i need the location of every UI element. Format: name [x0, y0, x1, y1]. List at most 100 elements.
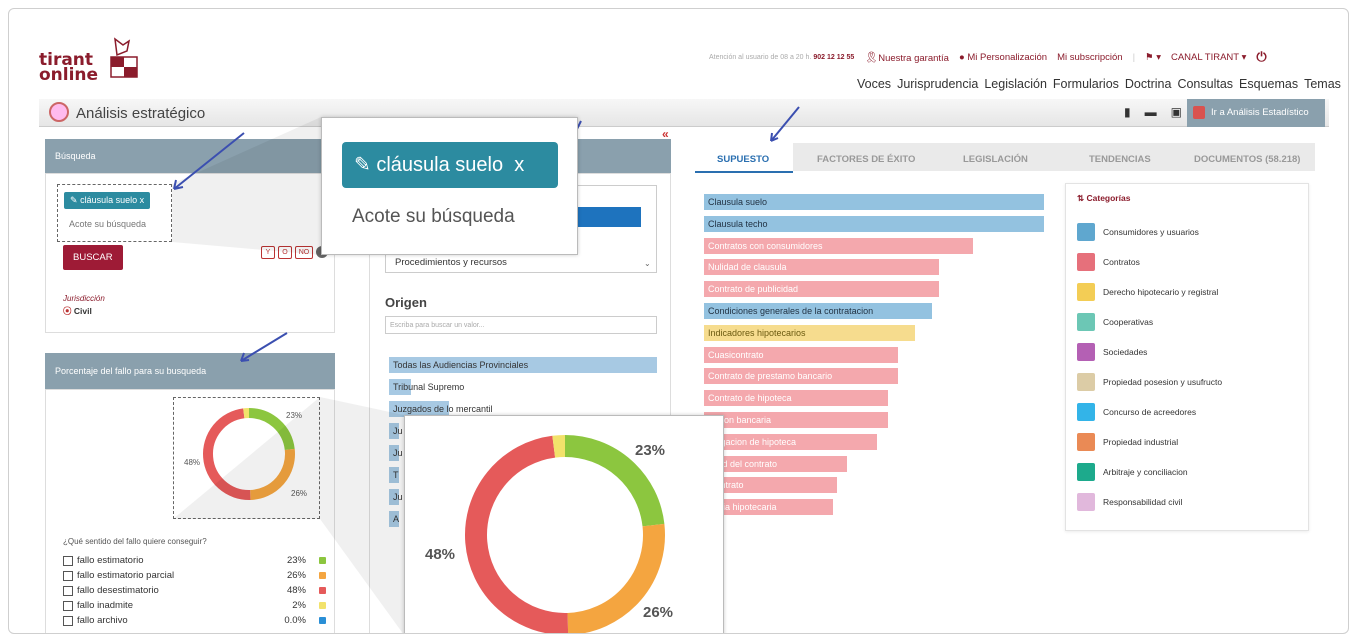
user-icon: ● — [958, 51, 965, 63]
categoria-swatch — [1077, 403, 1095, 421]
nav-formularios[interactable]: Formularios — [1053, 77, 1119, 91]
op-no-button[interactable]: NO — [295, 246, 313, 259]
large-label-parcial: 26% — [643, 604, 674, 621]
categoria-label: Derecho hipotecario y registral — [1103, 287, 1219, 297]
knight-logo-icon — [110, 37, 138, 78]
zoom-search-callout: ✎ cláusula suelo x Acote su búsqueda — [321, 117, 578, 255]
nav-doctrina[interactable]: Doctrina — [1125, 77, 1172, 91]
fallo-option-label: fallo desestimatorio — [77, 585, 159, 596]
chart-icon — [1193, 106, 1205, 119]
fallo-option-pct: 23% — [286, 555, 306, 566]
donut-slice-fallo-estimatorio-parcial — [567, 523, 665, 633]
supuesto-bar[interactable]: ...lad del contrato — [704, 455, 847, 472]
search-input[interactable]: Acote su búsqueda — [69, 219, 146, 229]
zoom-search-tag[interactable]: ✎ cláusula suelo x — [342, 142, 558, 188]
checkbox[interactable] — [63, 615, 73, 626]
supuesto-bar[interactable]: Clausula suelo — [704, 194, 1044, 210]
save-icon[interactable]: ▣ — [1171, 105, 1182, 119]
categoria-item[interactable]: Contratos — [1077, 253, 1140, 271]
categoria-item[interactable]: Arbitraje y conciliacion — [1077, 463, 1188, 481]
ir-analisis-estadistico-button[interactable]: Ir a Análisis Estadístico — [1187, 99, 1325, 127]
logo[interactable]: tirant online — [39, 52, 98, 84]
zoom-tag-close-button[interactable]: x — [514, 154, 524, 176]
supuesto-bar[interactable]: Cuasicontrato — [704, 346, 898, 363]
document-icon[interactable]: ▮ — [1124, 105, 1131, 119]
supuesto-bar[interactable]: Clausula techo — [704, 215, 1044, 232]
supuesto-bar[interactable]: Indicadores hipotecarios — [704, 324, 915, 341]
canal-tirant-menu[interactable]: CANAL TIRANT ▾ — [1171, 52, 1246, 63]
categoria-item[interactable]: Consumidores y usuarios — [1077, 223, 1199, 241]
checkbox[interactable] — [63, 600, 73, 611]
search-tag[interactable]: ✎ cláusula suelo x — [64, 192, 151, 209]
categoria-item[interactable]: Responsabilidad civil — [1077, 493, 1182, 511]
pencil-icon: ✎ — [354, 154, 371, 176]
categoria-label: Contratos — [1103, 257, 1140, 267]
fallo-option-label: fallo estimatorio parcial — [77, 570, 175, 581]
supuesto-bar[interactable]: Contrato de hipoteca — [704, 390, 888, 407]
categoria-item[interactable]: Propiedad industrial — [1077, 433, 1178, 451]
categoria-item[interactable]: Propiedad posesion y usufructo — [1077, 373, 1222, 391]
categoria-swatch — [1077, 493, 1095, 511]
origen-item[interactable]: Tribunal Supremo — [389, 379, 657, 395]
suscripcion-link[interactable]: Mi subscripción — [1057, 52, 1122, 63]
tab-factores[interactable]: FACTORES DE ÉXITO — [817, 154, 915, 165]
categoria-swatch — [1077, 433, 1095, 451]
flag-menu-button[interactable]: ⚑ ▾ — [1145, 52, 1161, 63]
tag-close-button[interactable]: x — [140, 195, 145, 205]
large-label-desestimatorio: 48% — [425, 546, 456, 563]
jurisdiccion-option[interactable]: ⦿ Civil — [63, 305, 92, 317]
large-label-estimatorio: 23% — [635, 442, 666, 459]
fallo-option[interactable]: fallo archivo 0.0% — [63, 613, 343, 628]
fallo-option[interactable]: fallo estimatorio 23% — [63, 553, 343, 568]
tab-supuesto[interactable]: SUPUESTO — [717, 154, 769, 165]
nav-jurisprudencia[interactable]: Jurisprudencia — [897, 77, 978, 91]
procedimientos-option[interactable]: Procedimientos y recursos — [395, 257, 507, 268]
categoria-item[interactable]: Cooperativas — [1077, 313, 1153, 331]
supuesto-bar[interactable]: Contratos con consumidores — [704, 237, 973, 254]
supuesto-bar[interactable]: ...ogacion de hipoteca — [704, 433, 878, 450]
nav-legislacion[interactable]: Legislación — [984, 77, 1047, 91]
fallo-option[interactable]: fallo desestimatorio 48% — [63, 583, 343, 598]
tab-tendencias[interactable]: TENDENCIAS — [1089, 154, 1151, 165]
origen-item[interactable]: Todas las Audiencias Provinciales — [389, 357, 657, 373]
supuesto-bar[interactable]: Contrato de publicidad — [704, 281, 939, 298]
nav-consultas[interactable]: Consultas — [1177, 77, 1233, 91]
caret-down-icon: ▾ — [1156, 51, 1161, 63]
nav-voces[interactable]: Voces — [857, 77, 891, 91]
checkbox[interactable] — [63, 555, 73, 566]
nav-esquemas[interactable]: Esquemas — [1239, 77, 1298, 91]
garantia-link[interactable]: 🎗Nuestra garantía — [864, 51, 949, 64]
donut-slice-fallo-estimatorio-parcial — [249, 448, 295, 500]
fallo-option[interactable]: fallo estimatorio parcial 26% — [63, 568, 343, 583]
origen-search-input[interactable]: Escriba para buscar un valor... — [385, 316, 657, 334]
collapse-button[interactable]: « — [662, 127, 669, 141]
supuesto-bar[interactable]: Contrato de prestamo bancario — [704, 368, 898, 385]
checkbox[interactable] — [63, 585, 73, 596]
supuesto-bar-label: Contrato de hipoteca — [708, 393, 792, 404]
fallo-option[interactable]: fallo inadmite 2% — [63, 598, 343, 613]
checkbox[interactable] — [63, 570, 73, 581]
tab-legislacion[interactable]: LEGISLACIÓN — [963, 154, 1028, 165]
supuesto-bar[interactable]: Nulidad de clausula — [704, 259, 939, 276]
categoria-item[interactable]: Sociedades — [1077, 343, 1147, 361]
fallo-question: ¿Qué sentido del fallo quiere conseguir? — [63, 537, 207, 546]
nav-temas[interactable]: Temas — [1304, 77, 1341, 91]
categoria-item[interactable]: Concurso de acreedores — [1077, 403, 1196, 421]
origen-item-label: Ju — [393, 492, 403, 502]
op-y-button[interactable]: Y — [261, 246, 275, 259]
origen-item-label: Ju — [393, 426, 403, 436]
op-o-button[interactable]: O — [278, 246, 292, 259]
supuesto-bar[interactable]: Condiciones generales de la contratacion — [704, 302, 932, 319]
fallo-option-pct: 2% — [292, 600, 306, 611]
personalizacion-link[interactable]: ● Mi Personalización — [959, 52, 1047, 63]
buscar-button[interactable]: BUSCAR — [63, 245, 123, 270]
fallo-option-label: fallo inadmite — [77, 600, 133, 611]
origen-item-label: Todas las Audiencias Provinciales — [393, 360, 529, 370]
tab-documentos[interactable]: DOCUMENTOS (58.218) — [1194, 154, 1300, 165]
supuesto-bar[interactable]: ...ision bancaria — [704, 411, 888, 428]
origen-item-label: Juzgados de lo mercantil — [393, 404, 493, 414]
folder-icon[interactable]: ▬ — [1145, 105, 1157, 119]
categoria-item[interactable]: Derecho hipotecario y registral — [1077, 283, 1218, 301]
chevron-down-icon[interactable]: ⌄ — [644, 259, 651, 268]
power-icon[interactable]: ⏻ — [1256, 49, 1266, 65]
